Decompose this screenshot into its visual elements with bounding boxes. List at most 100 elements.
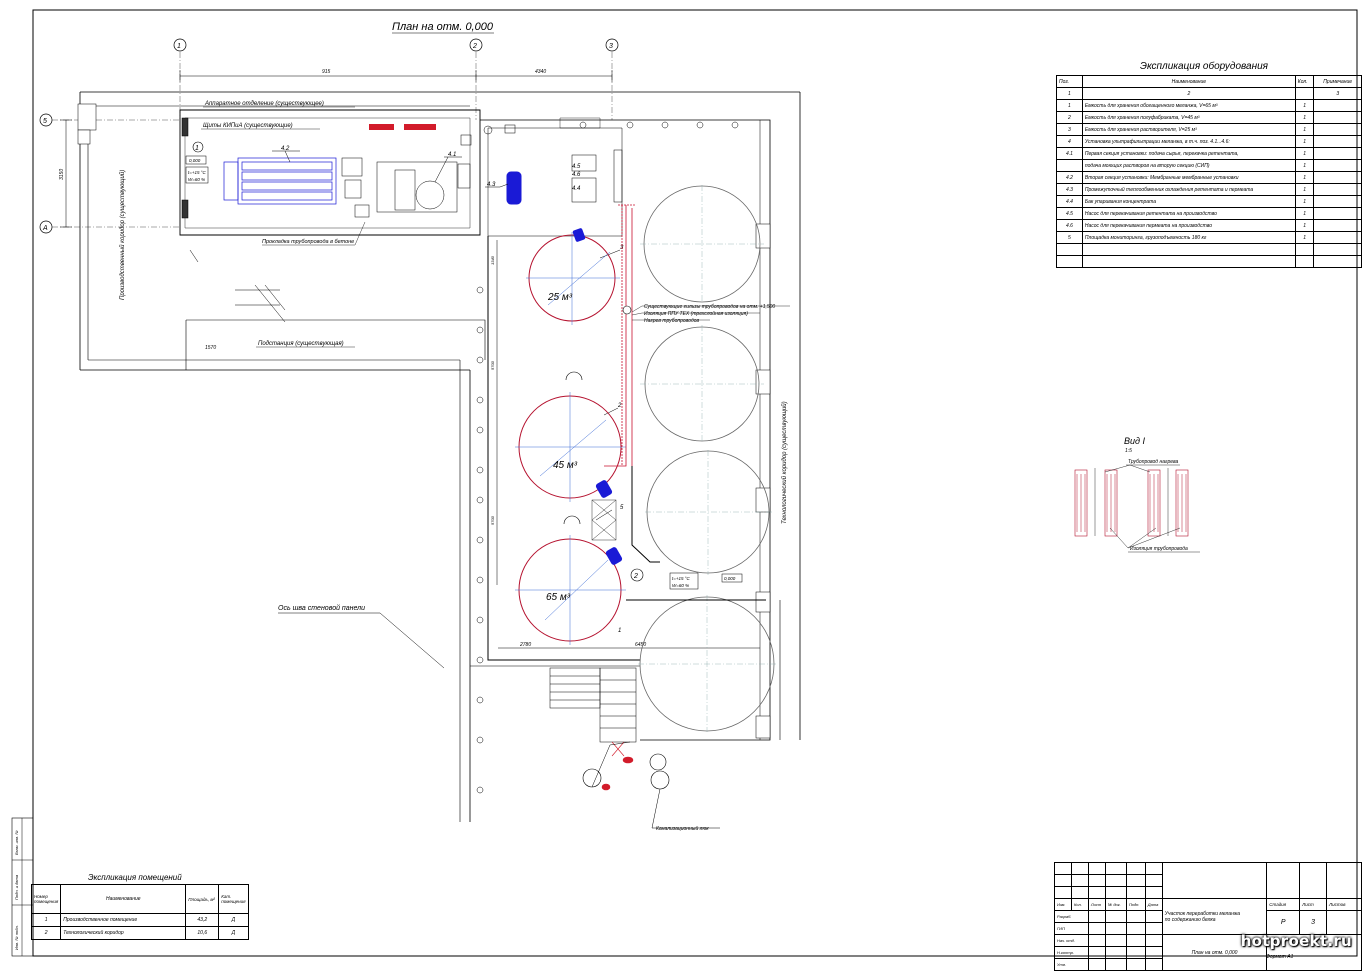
equipment-cell: 2 <box>1081 87 1296 100</box>
equipment-cell: 5 <box>1056 231 1083 244</box>
stamp-role: Н.контр. <box>1054 946 1089 959</box>
equipment-cell: Промежуточный теплообменник охлаждения р… <box>1081 183 1296 196</box>
equipment-row <box>1056 243 1362 256</box>
equipment-cell <box>1313 147 1362 160</box>
equipment-cell: Насос для перекачивания пермеата на прои… <box>1081 219 1296 232</box>
plan-title: План на отм. 0,000 <box>392 21 494 33</box>
title-block: Изм. Кол. Лист № док. Подп. Дата Участок… <box>1054 862 1362 971</box>
axis-grid <box>52 52 613 228</box>
vessel-volume: 65 м³ <box>546 592 571 603</box>
axis-label: 5 <box>43 118 47 125</box>
dimension-text: 915 <box>322 69 331 75</box>
callout: 2 <box>617 403 622 409</box>
equipment-cell: 4 <box>1056 135 1083 148</box>
corridor-right-note: Технологический коридор (существующий) <box>781 401 788 524</box>
equipment-cell: 4.1 <box>1056 147 1083 160</box>
equipment-cell <box>1313 207 1362 220</box>
equipment-cell: 1 <box>1056 87 1083 100</box>
equipment-cell: 1 <box>1294 135 1315 148</box>
equipment-cell: Емкость для хранения растворителя, V=25 … <box>1081 123 1296 136</box>
equipment-row: 4 Установка ультрафильтрации меланжа, в т… <box>1056 135 1362 148</box>
equipment-cell: 1 <box>1294 159 1315 172</box>
equipment-cell <box>1313 159 1362 172</box>
equipment-cell: 2 <box>1056 111 1083 124</box>
equipment-cell <box>1081 255 1296 268</box>
room-cell: 43,2 <box>185 913 220 927</box>
margin-label: Инв. № подл. <box>14 925 19 950</box>
dimension-text: 5700 <box>490 515 495 525</box>
elevation-mark: 0,000 <box>189 158 201 163</box>
wall-columns <box>77 103 771 739</box>
hatch-arrow <box>189 249 286 323</box>
callout: 4.4 <box>572 186 581 192</box>
equipment-row: 2 Емкость для хранения полуфабриката, V=4… <box>1056 111 1362 124</box>
equipment-cell <box>1313 111 1362 124</box>
equipment-cell: Установка ультрафильтрации меланжа, в т.… <box>1081 135 1296 148</box>
stamp-sheet-head: Лист <box>1299 898 1328 911</box>
room-row: 2 Технологический коридор 10,6 Д <box>30 926 249 940</box>
dimension-text: 6450 <box>635 642 646 648</box>
room-cell: Технологический коридор <box>60 926 187 940</box>
equipment-title: Экспликация оборудования <box>1140 60 1269 72</box>
equipment-row <box>1056 255 1362 268</box>
temp-mark: W=60 % <box>188 177 205 182</box>
heating-note: Нагрев трубопроводов <box>644 318 699 324</box>
dimension-lines <box>60 70 760 649</box>
substation-note: Подстанция (существующая) <box>258 341 344 347</box>
equipment-cell <box>1313 243 1362 256</box>
stamp-col: Дата <box>1144 898 1163 911</box>
equipment-header: Примечание <box>1313 75 1362 88</box>
stairs <box>549 667 637 743</box>
insulation-note: Изоляция ППУ ТЕХ (трехслойная изоляция) <box>644 310 748 317</box>
equipment-cell <box>1313 231 1362 244</box>
callout: 4.3 <box>487 182 496 188</box>
room-cell: Д <box>218 913 249 927</box>
ultrafiltration-unit <box>223 157 337 205</box>
axis-label: 2 <box>472 43 477 50</box>
dimension-text: 1570 <box>205 345 216 351</box>
unit-details <box>341 124 516 218</box>
equipment-cell: 1 <box>1294 183 1315 196</box>
room-cell: 10,6 <box>185 926 220 940</box>
equipment-cell <box>1081 243 1296 256</box>
rooms-title: Экспликация помещений <box>88 873 182 882</box>
stamp-role: Нач. отд. <box>1054 934 1089 947</box>
equipment-cell <box>1056 255 1083 268</box>
stamp-sheets-head: Листов <box>1326 898 1362 911</box>
view-leaders <box>1094 464 1181 549</box>
stamp-col: Изм. <box>1054 898 1072 911</box>
rooms-header: Площадь, м² <box>185 884 220 914</box>
equipment-cell: 1 <box>1294 111 1315 124</box>
equipment-header: Поз. <box>1056 75 1083 88</box>
panel-axis-leader <box>278 612 445 669</box>
equipment-cell: Первая секция установки: подача сырья, п… <box>1081 147 1296 160</box>
equipment-cell: 4.6 <box>1056 219 1083 232</box>
stamp-stage-head: Стадия <box>1266 898 1301 911</box>
equipment-cell: подача моющих растворов на вторую секцию… <box>1081 159 1296 172</box>
callout: 1 <box>195 145 199 152</box>
shields-red <box>369 124 436 130</box>
equipment-cell: 1 <box>1294 99 1315 112</box>
equipment-table: Поз. Наименование Кол. Примечание 1 2 3 1 Ем… <box>1056 75 1362 268</box>
equipment-cell: 3 <box>1313 87 1362 100</box>
equipment-cell <box>1294 87 1315 100</box>
room-cell: Д <box>218 926 249 940</box>
stamp-role: Разраб. <box>1054 910 1089 923</box>
axis-label: А <box>42 225 48 232</box>
stamp-col: Кол. <box>1070 898 1089 911</box>
view-scale: 1:5 <box>1125 448 1132 454</box>
sewer-red-marks <box>601 741 634 791</box>
stamp-col: № док. <box>1104 898 1127 911</box>
pipe-note: Прокладка трубопровода в бетоне <box>262 239 354 245</box>
temp-mark: W=60 % <box>672 583 689 588</box>
callout: 5 <box>620 505 624 511</box>
stamp-sheet: 3 <box>1299 910 1328 935</box>
equipment-cell: 3 <box>1056 123 1083 136</box>
rooms-header: Номер помещения <box>30 884 62 914</box>
equipment-4-3 <box>506 171 522 205</box>
sewer-note: Канализационный люк <box>656 825 709 832</box>
view-label-top: Трубопровод нагрева <box>1128 459 1179 465</box>
equipment-cell <box>1056 159 1083 172</box>
stamp-role: Утв. <box>1054 958 1089 971</box>
corridor-left-note: Производственный коридор (существующий) <box>119 170 126 300</box>
